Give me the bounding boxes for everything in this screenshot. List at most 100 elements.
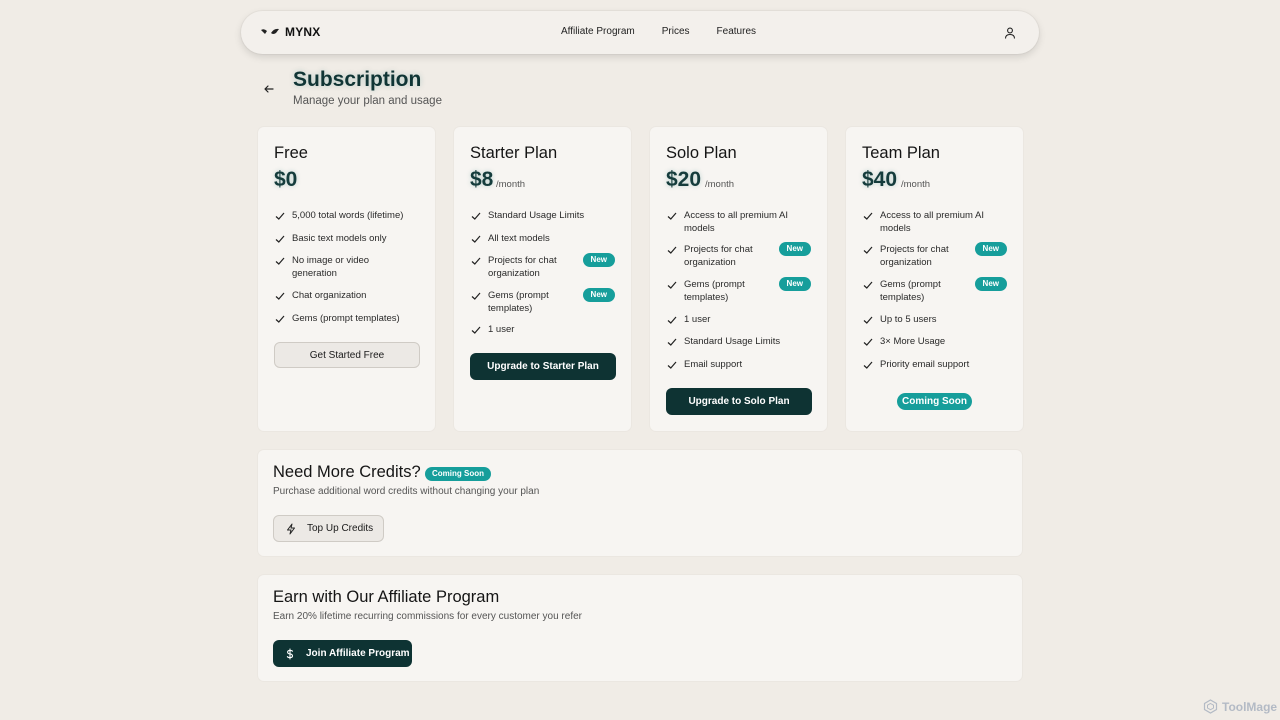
join-affiliate-button[interactable]: Join Affiliate Program	[273, 640, 412, 667]
check-icon	[667, 246, 677, 254]
feature-text: Access to all premium AI models	[880, 210, 985, 234]
nav-link-features[interactable]: Features	[717, 26, 756, 37]
logo[interactable]: MYNX	[260, 25, 320, 39]
feature-text: Basic text models only	[292, 233, 387, 244]
dollar-icon	[286, 647, 294, 660]
check-icon	[667, 361, 677, 369]
top-up-credits-button[interactable]: Top Up Credits	[273, 515, 384, 542]
feature-text: 1 user	[684, 314, 711, 325]
check-icon	[863, 212, 873, 220]
feature-item: 5,000 total words (lifetime)	[274, 209, 424, 222]
feature-text: Chat organization	[292, 290, 367, 301]
plan-card-free: Free $0 5,000 total words (lifetime) Bas…	[257, 126, 436, 432]
check-icon	[275, 292, 285, 300]
feature-item: Projects for chat organization	[470, 254, 562, 280]
new-badge: New	[778, 242, 811, 256]
check-icon	[863, 316, 873, 324]
plan-name: Solo Plan	[666, 144, 737, 162]
plan-price: $40	[862, 168, 898, 191]
feature-item: Standard Usage Limits	[470, 209, 620, 222]
affiliate-panel: Earn with Our Affiliate Program Earn 20%…	[257, 574, 1023, 682]
credits-description: Purchase additional word credits without…	[273, 486, 540, 497]
top-up-credits-label: Top Up Credits	[307, 523, 374, 534]
feature-item: Access to all premium AI models	[862, 209, 1012, 235]
check-icon	[275, 212, 285, 220]
price-period: /month	[901, 179, 931, 190]
top-nav: MYNX Affiliate Program Prices Features	[241, 11, 1039, 54]
feature-item: Basic text models only	[274, 232, 424, 245]
plan-card-team: Team Plan $40 /month Access to all premi…	[845, 126, 1024, 432]
credits-title: Need More Credits?	[273, 463, 421, 481]
feature-item: 3× More Usage	[862, 335, 1012, 348]
feature-item: Chat organization	[274, 289, 424, 302]
check-icon	[863, 246, 873, 254]
feature-text: Email support	[684, 359, 743, 370]
plan-name: Team Plan	[862, 144, 940, 162]
upgrade-solo-button[interactable]: Upgrade to Solo Plan	[666, 388, 812, 415]
feature-text: Gems (prompt templates)	[292, 313, 400, 324]
plan-name: Starter Plan	[470, 144, 558, 162]
feature-item: Standard Usage Limits	[666, 335, 816, 348]
upgrade-starter-button[interactable]: Upgrade to Starter Plan	[470, 353, 616, 380]
feature-item: Projects for chat organization	[666, 243, 758, 269]
check-icon	[667, 281, 677, 289]
check-icon	[471, 235, 481, 243]
check-icon	[471, 257, 481, 265]
feature-item: Gems (prompt templates)	[666, 278, 758, 304]
feature-item: Gems (prompt templates)	[470, 289, 562, 315]
coming-soon-badge: Coming Soon	[425, 467, 491, 481]
feature-item: All text models	[470, 232, 620, 245]
feature-text: Standard Usage Limits	[488, 210, 585, 221]
price-period: /month	[705, 179, 735, 190]
feature-text: Standard Usage Limits	[684, 336, 781, 347]
credits-panel: Need More Credits? Coming Soon Purchase …	[257, 449, 1023, 557]
check-icon	[863, 361, 873, 369]
new-badge: New	[778, 277, 811, 291]
nav-links: Affiliate Program Prices Features	[561, 26, 756, 37]
feature-item: Access to all premium AI models	[666, 209, 816, 235]
lightning-icon	[287, 523, 295, 534]
feature-item: 1 user	[470, 323, 620, 336]
feature-item: Projects for chat organization	[862, 243, 954, 269]
new-badge: New	[582, 288, 615, 302]
check-icon	[863, 338, 873, 346]
user-icon[interactable]	[1003, 26, 1017, 40]
feature-item: No image or video generation	[274, 254, 394, 280]
feature-text: Gems (prompt templates)	[684, 279, 745, 303]
feature-text: No image or video generation	[292, 255, 370, 279]
get-started-free-button[interactable]: Get Started Free	[274, 342, 420, 368]
new-badge: New	[582, 253, 615, 267]
toolmage-logo-icon	[1203, 699, 1218, 714]
check-icon	[667, 338, 677, 346]
feature-text: 1 user	[488, 324, 515, 335]
feature-text: 3× More Usage	[880, 336, 946, 347]
coming-soon-badge: Coming Soon	[897, 393, 972, 410]
watermark-text: ToolMage	[1222, 699, 1278, 714]
check-icon	[275, 315, 285, 323]
feature-item: Email support	[666, 358, 816, 371]
logo-text: MYNX	[285, 25, 321, 39]
feature-text: Priority email support	[880, 359, 970, 370]
check-icon	[667, 212, 677, 220]
feature-text: Projects for chat organization	[880, 244, 949, 268]
affiliate-title: Earn with Our Affiliate Program	[273, 588, 500, 606]
new-badge: New	[974, 277, 1007, 291]
plan-card-solo: Solo Plan $20 /month Access to all premi…	[649, 126, 828, 432]
nav-link-prices[interactable]: Prices	[662, 26, 690, 37]
logo-mark-icon	[261, 28, 279, 34]
feature-item: Gems (prompt templates)	[862, 278, 954, 304]
feature-text: Projects for chat organization	[488, 255, 557, 279]
check-icon	[667, 316, 677, 324]
new-badge: New	[974, 242, 1007, 256]
plan-price: $20	[666, 168, 702, 191]
back-arrow-icon[interactable]	[262, 82, 276, 96]
plan-price: $8	[470, 168, 494, 191]
check-icon	[275, 235, 285, 243]
check-icon	[275, 257, 285, 265]
page-title: Subscription	[293, 68, 422, 91]
nav-link-affiliate-program[interactable]: Affiliate Program	[561, 26, 635, 37]
feature-text: All text models	[488, 233, 550, 244]
feature-item: Priority email support	[862, 358, 1012, 371]
plan-card-starter: Starter Plan $8 /month Standard Usage Li…	[453, 126, 632, 432]
feature-text: Access to all premium AI models	[684, 210, 789, 234]
